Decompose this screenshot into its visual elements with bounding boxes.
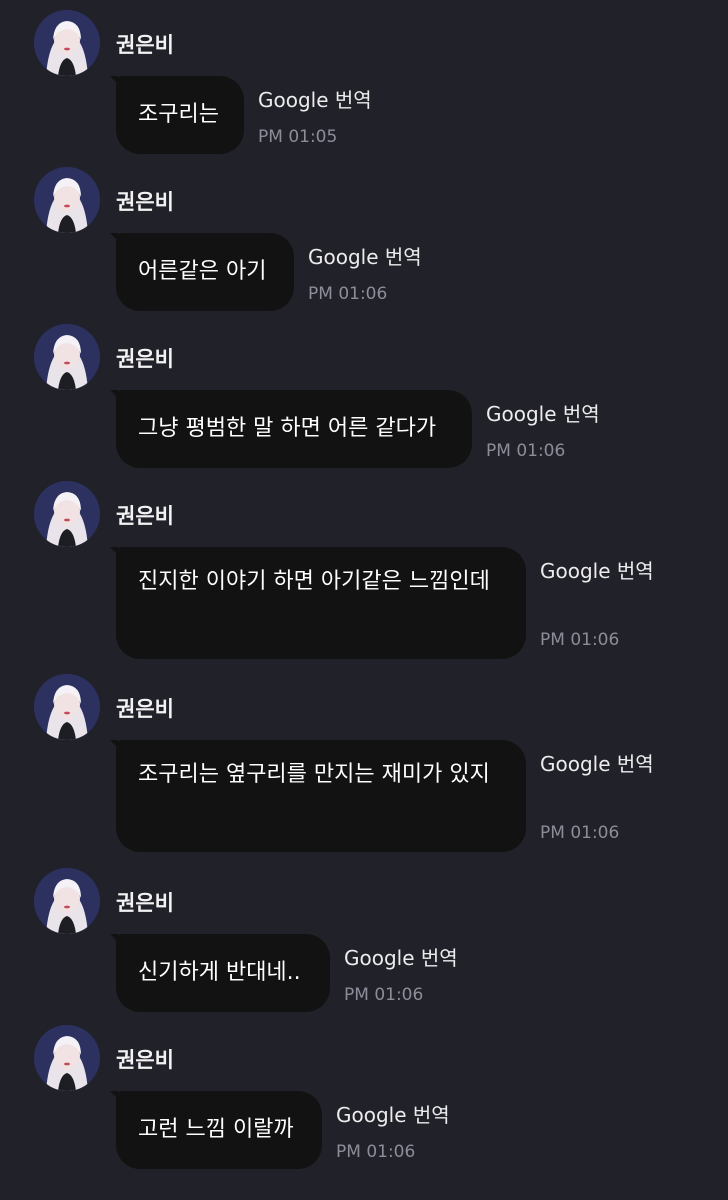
sender-name: 권은비 <box>116 190 174 214</box>
avatar[interactable] <box>34 868 100 934</box>
avatar-image <box>34 868 100 934</box>
message-text: 조구리는 <box>138 102 219 127</box>
avatar[interactable] <box>34 674 100 740</box>
message-text: 어른같은 아기 <box>138 259 267 284</box>
message-meta: Google 번역 PM 01:06 <box>336 1099 450 1162</box>
message-timestamp: PM 01:06 <box>308 284 388 304</box>
avatar-image <box>34 1025 100 1091</box>
message-text: 그냥 평범한 말 하면 어른 같다가 <box>138 416 437 441</box>
sender-name: 권은비 <box>116 33 174 57</box>
chat-message: 권은비 그냥 평범한 말 하면 어른 같다가 Google 번역 PM 01:0… <box>0 324 728 468</box>
avatar-image <box>34 167 100 233</box>
message-bubble[interactable]: 진지한 이야기 하면 아기같은 느낌인데 <box>110 547 526 659</box>
bubble-tail <box>110 740 118 748</box>
bubble-tail <box>110 934 118 942</box>
bubble-tail <box>110 390 118 398</box>
sender-name: 권은비 <box>116 347 174 371</box>
chat-message: 권은비 신기하게 반대네.. Google 번역 PM 01:06 <box>0 868 728 1012</box>
message-text: 고런 느낌 이랄까 <box>138 1117 294 1142</box>
bubble-tail <box>110 233 118 241</box>
message-text: 진지한 이야기 하면 아기같은 느낌인데 <box>138 569 490 594</box>
bubble-tail <box>110 76 118 84</box>
message-meta: Google 번역 PM 01:06 <box>486 398 600 461</box>
message-timestamp: PM 01:06 <box>336 1142 416 1162</box>
message-bubble[interactable]: 조구리는 <box>110 76 244 154</box>
sender-name: 권은비 <box>116 891 174 915</box>
message-timestamp: PM 01:05 <box>258 127 338 147</box>
google-translate-link[interactable]: Google 번역 <box>344 942 458 971</box>
avatar[interactable] <box>34 10 100 76</box>
message-timestamp: PM 01:06 <box>540 823 620 843</box>
google-translate-link[interactable]: Google 번역 <box>258 84 372 113</box>
message-meta: Google 번역 PM 01:06 <box>308 241 422 304</box>
message-meta: Google 번역 PM 01:05 <box>258 84 372 147</box>
sender-name: 권은비 <box>116 504 174 528</box>
chat-message: 권은비 진지한 이야기 하면 아기같은 느낌인데 Google 번역 PM 01… <box>0 481 728 661</box>
avatar[interactable] <box>34 1025 100 1091</box>
message-bubble[interactable]: 신기하게 반대네.. <box>110 934 330 1012</box>
chat-message: 권은비 어른같은 아기 Google 번역 PM 01:06 <box>0 167 728 311</box>
message-meta: Google 번역 PM 01:06 <box>540 748 654 843</box>
message-bubble[interactable]: 조구리는 옆구리를 만지는 재미가 있지 <box>110 740 526 852</box>
message-bubble[interactable]: 어른같은 아기 <box>110 233 294 311</box>
message-meta: Google 번역 PM 01:06 <box>344 942 458 1005</box>
avatar-image <box>34 324 100 390</box>
avatar-image <box>34 10 100 76</box>
google-translate-link[interactable]: Google 번역 <box>336 1099 450 1128</box>
message-text: 신기하게 반대네.. <box>138 960 301 985</box>
bubble-tail <box>110 547 118 555</box>
chat-message: 권은비 조구리는 옆구리를 만지는 재미가 있지 Google 번역 PM 01… <box>0 674 728 854</box>
sender-name: 권은비 <box>116 697 174 721</box>
sender-name: 권은비 <box>116 1048 174 1072</box>
avatar[interactable] <box>34 167 100 233</box>
message-bubble[interactable]: 그냥 평범한 말 하면 어른 같다가 <box>110 390 472 468</box>
chat-message-list: 권은비 조구리는 Google 번역 PM 01:05 권은비 어른같은 아기 <box>0 0 728 1200</box>
message-timestamp: PM 01:06 <box>344 985 424 1005</box>
google-translate-link[interactable]: Google 번역 <box>308 241 422 270</box>
avatar-image <box>34 481 100 547</box>
chat-message: 권은비 고런 느낌 이랄까 Google 번역 PM 01:06 <box>0 1025 728 1169</box>
avatar[interactable] <box>34 324 100 390</box>
avatar-image <box>34 674 100 740</box>
google-translate-link[interactable]: Google 번역 <box>540 748 654 777</box>
google-translate-link[interactable]: Google 번역 <box>540 555 654 584</box>
chat-message: 권은비 조구리는 Google 번역 PM 01:05 <box>0 10 728 154</box>
message-bubble[interactable]: 고런 느낌 이랄까 <box>110 1091 322 1169</box>
google-translate-link[interactable]: Google 번역 <box>486 398 600 427</box>
message-text: 조구리는 옆구리를 만지는 재미가 있지 <box>138 762 490 787</box>
avatar[interactable] <box>34 481 100 547</box>
bubble-tail <box>110 1091 118 1099</box>
message-timestamp: PM 01:06 <box>486 441 566 461</box>
message-meta: Google 번역 PM 01:06 <box>540 555 654 650</box>
message-timestamp: PM 01:06 <box>540 630 620 650</box>
